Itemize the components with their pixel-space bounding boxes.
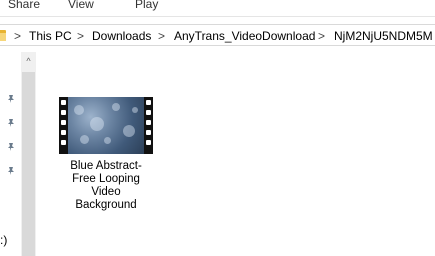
pin-icon[interactable] xyxy=(6,165,16,175)
folder-icon xyxy=(0,30,6,41)
scroll-up-arrow-icon[interactable]: ^ xyxy=(21,52,36,70)
file-name: Blue Abstract- Free Looping Video Backgr… xyxy=(52,160,160,212)
video-frame xyxy=(68,97,144,154)
pin-icon[interactable] xyxy=(6,141,16,151)
pin-icon[interactable] xyxy=(6,117,16,127)
scroll-thumb[interactable] xyxy=(22,72,35,256)
video-thumbnail-icon xyxy=(59,97,153,154)
file-name-line: Blue Abstract- xyxy=(70,160,142,172)
breadcrumb-separator[interactable]: > xyxy=(77,29,84,43)
breadcrumb-separator[interactable]: > xyxy=(14,29,21,43)
breadcrumb-separator[interactable]: > xyxy=(318,29,325,43)
film-strip xyxy=(59,97,68,154)
address-bar[interactable]: > This PC > Downloads > AnyTrans_VideoDo… xyxy=(0,24,435,46)
tab-view[interactable]: View xyxy=(68,0,94,11)
breadcrumb-anytrans-videodownload[interactable]: AnyTrans_VideoDownload xyxy=(174,29,315,43)
film-strip xyxy=(144,97,153,154)
ribbon-tabs: Share View Play xyxy=(0,0,435,14)
pin-icon[interactable] xyxy=(6,93,16,103)
file-name-line: Free Looping xyxy=(72,173,140,185)
ribbon-divider xyxy=(0,16,435,17)
file-item[interactable]: Blue Abstract- Free Looping Video Backgr… xyxy=(52,92,164,224)
breadcrumb-downloads[interactable]: Downloads xyxy=(92,29,151,43)
breadcrumb-current-folder[interactable]: NjM2NjU5NDM5M xyxy=(334,29,433,43)
breadcrumb-separator[interactable]: > xyxy=(158,29,165,43)
file-name-line: Video xyxy=(91,186,121,198)
tab-share[interactable]: Share xyxy=(8,0,40,11)
tab-play[interactable]: Play xyxy=(135,0,158,11)
drive-label[interactable]: :) xyxy=(0,233,7,247)
file-name-line: Background xyxy=(75,199,137,211)
breadcrumb-this-pc[interactable]: This PC xyxy=(29,29,72,43)
